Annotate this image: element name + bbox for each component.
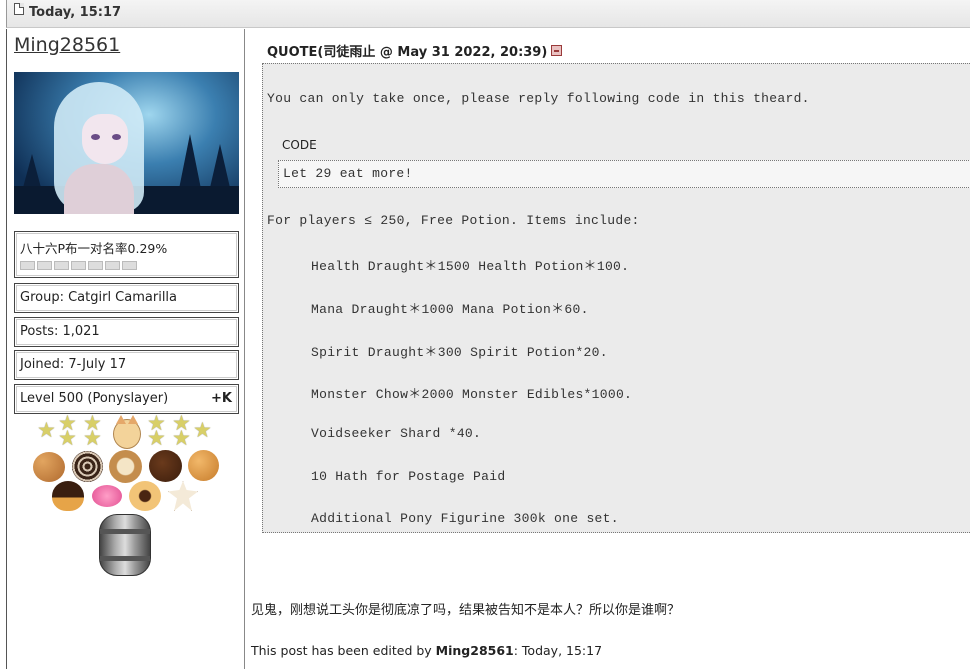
cookie-icon [109,450,142,483]
quote-item: Health Draught＊1500 Health Potion＊100. [311,259,630,274]
ratio-box: 八十六P布一对名率0.29% [14,231,239,278]
barrel-icon [99,514,151,576]
view-quote-icon[interactable] [551,45,563,56]
cookie-icon [92,485,122,507]
post-header: Today, 15:17 [6,0,970,28]
post-date: Today, 15:17 [29,5,122,20]
award-stars: ★ ★ ★ ★ ★ ★ ★ ★ ★ ★ [37,413,217,453]
edit-note: This post has been edited by Ming28561: … [251,643,602,658]
cookie-icon [52,481,84,511]
star-icon: ★ [83,427,102,450]
joined-box: Joined: 7-July 17 [14,350,239,380]
quote-item: Monster Chow＊2000 Monster Edibles*1000. [311,387,633,402]
cookie-icon [129,481,161,511]
quote-title: QUOTE(司徒雨止 @ May 31 2022, 20:39) [267,41,563,60]
code-label: CODE [282,138,317,152]
cookie-icon [33,452,65,482]
quote-item: Mana Draught＊1000 Mana Potion＊60. [311,302,589,317]
quote-intro: You can only take once, please reply fol… [267,91,810,106]
star-icon: ★ [58,427,77,450]
posts-box: Posts: 1,021 [14,317,239,347]
catgirl-award-icon [113,415,141,449]
quote-item: 10 Hath for Postage Paid [311,469,506,484]
edit-note-suffix: : Today, 15:17 [513,643,603,658]
cookie-icon [149,450,182,482]
joined-text: Joined: 7-July 17 [20,357,127,372]
posts-text: Posts: 1,021 [20,324,100,339]
post-content: QUOTE(司徒雨止 @ May 31 2022, 20:39) You can… [245,29,970,669]
post-body-text: 见鬼，刚想说工头你是彻底凉了吗，结果被告知不是本人？所以你是谁啊？ [251,603,681,618]
quote-box: You can only take once, please reply fol… [262,63,970,533]
code-text: Let 29 eat more! [283,166,413,181]
avatar [14,72,239,214]
cookie-icon [72,451,103,482]
author-sidebar: Ming28561 八十六P布一对名率0.29% Group: Catgirl … [6,29,245,669]
page-icon [14,3,24,15]
quote-title-text: QUOTE(司徒雨止 @ May 31 2022, 20:39) [267,45,548,60]
code-box: Let 29 eat more! [278,160,970,188]
edit-note-prefix: This post has been edited by [251,643,436,658]
star-icon: ★ [147,427,166,450]
level-extra: +K [211,391,232,406]
group-box: Group: Catgirl Camarilla [14,283,239,313]
star-icon: ★ [37,419,56,442]
level-box: Level 500 (Ponyslayer) +K [14,384,239,414]
star-icon: ★ [193,419,212,442]
ratio-bar [20,261,238,270]
ratio-text: 八十六P布一对名率0.29% [20,241,168,256]
cookie-icon [188,450,219,481]
cookie-icon [168,481,198,511]
quote-item: Voidseeker Shard *40. [311,426,482,441]
level-text: Level 500 (Ponyslayer) [20,391,169,406]
author-username-link[interactable]: Ming28561 [14,34,120,56]
players-line: For players ≤ 250, Free Potion. Items in… [267,213,640,228]
quote-item: Additional Pony Figurine 300k one set. [311,511,619,526]
group-text: Group: Catgirl Camarilla [20,290,178,305]
edit-note-user: Ming28561 [435,643,514,658]
star-icon: ★ [172,427,191,450]
quote-item: Spirit Draught＊300 Spirit Potion*20. [311,345,608,360]
